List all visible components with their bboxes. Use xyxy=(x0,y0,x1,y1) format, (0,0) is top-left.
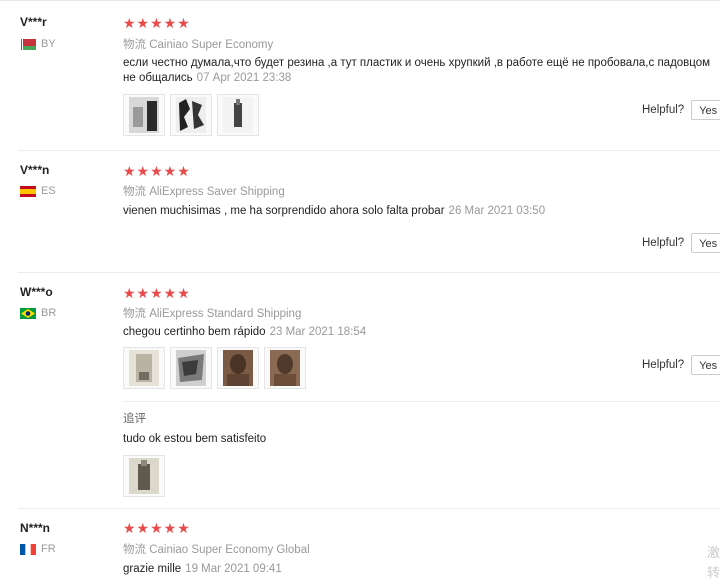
review-photo[interactable] xyxy=(170,94,212,136)
shipping-prefix: 物流 xyxy=(123,186,146,198)
review-divider xyxy=(18,272,720,273)
helpful-section: Helpful? Yes xyxy=(642,100,720,120)
review-divider xyxy=(18,508,720,509)
review-photo[interactable] xyxy=(264,347,306,389)
review-date: 07 Apr 2021 23:38 xyxy=(196,72,292,84)
reviewer-name: W***o xyxy=(20,285,53,299)
star-rating: ★★★★★ xyxy=(123,15,191,31)
additional-review-divider xyxy=(123,401,720,402)
country-code: ES xyxy=(41,185,56,197)
review-text: chegou certinho bem rápido 23 Mar 2021 18… xyxy=(123,325,718,340)
reviewer-name: V***r xyxy=(20,15,47,29)
flag-icon xyxy=(20,543,36,555)
helpful-label: Helpful? xyxy=(642,359,685,371)
additional-review-text: tudo ok estou bem satisfeito xyxy=(123,433,267,445)
review-body: chegou certinho bem rápido xyxy=(123,326,266,338)
review-body: grazie mille xyxy=(123,563,182,575)
helpful-label: Helpful? xyxy=(642,237,685,249)
shipping-name: AliExpress Standard Shipping xyxy=(149,308,302,320)
review-photo[interactable] xyxy=(170,347,212,389)
country-code: BY xyxy=(41,38,56,50)
additional-review-label: 追评 xyxy=(123,413,146,425)
star-rating: ★★★★★ xyxy=(123,163,191,179)
additional-review-photos xyxy=(123,455,170,497)
shipping-name: AliExpress Saver Shipping xyxy=(149,186,285,198)
shipping-method: 物流 AliExpress Standard Shipping xyxy=(123,305,301,321)
review-date: 19 Mar 2021 09:41 xyxy=(185,563,282,575)
review-photos xyxy=(123,94,264,136)
helpful-label: Helpful? xyxy=(642,104,685,116)
review-photo[interactable] xyxy=(217,347,259,389)
review-date: 26 Mar 2021 03:50 xyxy=(448,205,546,217)
top-divider xyxy=(0,0,720,1)
flag-icon xyxy=(20,38,36,50)
flag-icon xyxy=(20,185,36,197)
reviewer-name: V***n xyxy=(20,163,50,177)
shipping-prefix: 物流 xyxy=(123,39,146,51)
review-photo[interactable] xyxy=(123,94,165,136)
helpful-section: Helpful? Yes xyxy=(642,233,720,253)
shipping-name: Cainiao Super Economy Global xyxy=(149,544,310,556)
shipping-prefix: 物流 xyxy=(123,544,146,556)
shipping-prefix: 物流 xyxy=(123,308,146,320)
shipping-method: 物流 AliExpress Saver Shipping xyxy=(123,183,285,199)
helpful-section: Helpful? Yes xyxy=(642,355,720,375)
watermark-text: 激活 转 xyxy=(707,545,720,580)
shipping-method: 物流 Cainiao Super Economy Global xyxy=(123,541,310,557)
helpful-yes-button[interactable]: Yes xyxy=(691,233,720,253)
country-code: BR xyxy=(41,307,57,319)
reviewer-country: BY xyxy=(20,38,56,50)
helpful-yes-button[interactable]: Yes xyxy=(691,355,720,375)
reviewer-country: FR xyxy=(20,543,56,555)
flag-icon xyxy=(20,307,36,319)
shipping-name: Cainiao Super Economy xyxy=(149,39,274,51)
star-rating: ★★★★★ xyxy=(123,520,191,536)
country-code: FR xyxy=(41,543,56,555)
reviewer-name: N***n xyxy=(20,521,51,535)
review-date: 23 Mar 2021 18:54 xyxy=(269,326,367,338)
star-rating: ★★★★★ xyxy=(123,285,191,301)
reviewer-country: ES xyxy=(20,185,56,197)
review-divider xyxy=(18,150,720,151)
review-photo[interactable] xyxy=(123,455,165,497)
review-text: vienen muchisimas , me ha sorprendido ah… xyxy=(123,204,718,219)
review-photo[interactable] xyxy=(217,94,259,136)
shipping-method: 物流 Cainiao Super Economy xyxy=(123,36,273,52)
review-text: grazie mille 19 Mar 2021 09:41 xyxy=(123,562,718,577)
reviewer-country: BR xyxy=(20,307,56,319)
helpful-yes-button[interactable]: Yes xyxy=(691,100,720,120)
review-body: vienen muchisimas , me ha sorprendido ah… xyxy=(123,205,445,217)
review-photos xyxy=(123,347,311,389)
review-text: если честно думала,что будет резина ,а т… xyxy=(123,56,718,86)
review-photo[interactable] xyxy=(123,347,165,389)
